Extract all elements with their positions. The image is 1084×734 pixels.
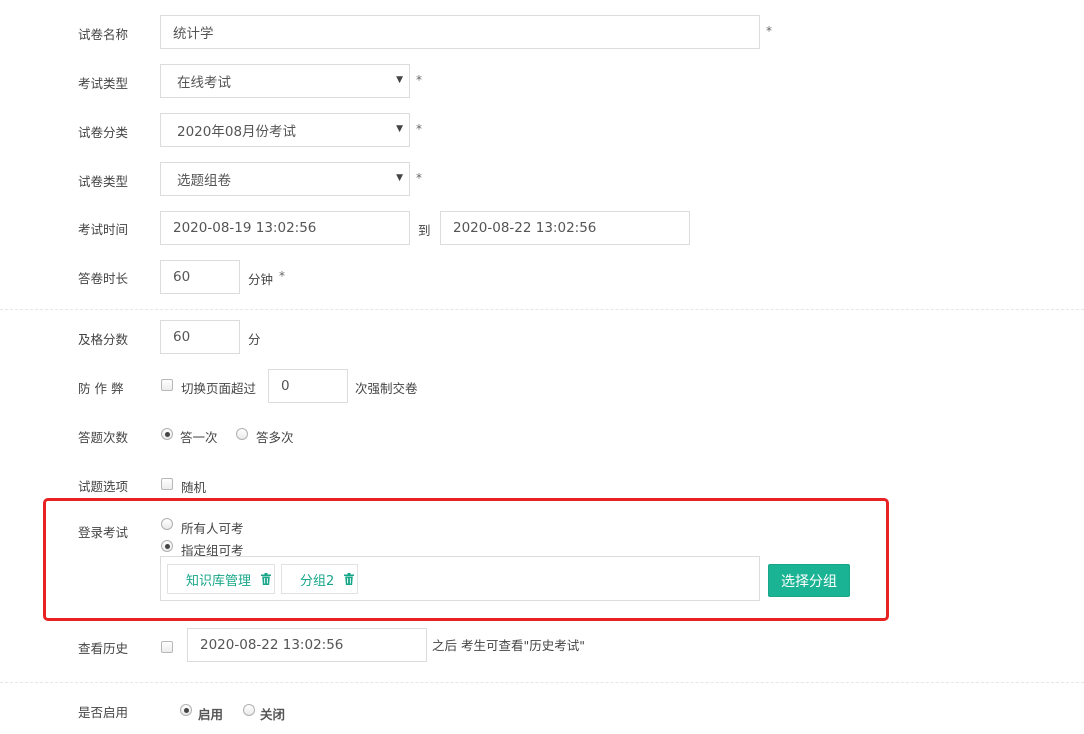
exam-end-time-value: 2020-08-22 13:02:56: [453, 220, 597, 236]
exam-start-time-value: 2020-08-19 13:02:56: [173, 220, 317, 236]
random-checkbox[interactable]: [161, 478, 173, 490]
exam-type-required-mark: *: [416, 73, 422, 87]
view-history-suffix: 之后 考生可查看"历史考试": [432, 638, 585, 653]
paper-category-label: 试卷分类: [78, 125, 129, 140]
pass-score-unit: 分: [248, 332, 261, 347]
anti-cheat-check-label: 切换页面超过: [181, 381, 257, 396]
exam-time-to-text: 到: [418, 223, 431, 238]
exam-time-label: 考试时间: [78, 222, 129, 237]
switch-count-value: 0: [281, 378, 290, 394]
answer-times-label: 答题次数: [78, 430, 129, 445]
pass-score-input[interactable]: 60: [160, 320, 240, 354]
exam-type-label: 考试类型: [78, 76, 129, 91]
exam-end-time-input[interactable]: 2020-08-22 13:02:56: [440, 211, 690, 245]
section-divider: [0, 682, 1084, 683]
paper-category-value: 2020年08月份考试: [177, 124, 297, 140]
exam-start-time-input[interactable]: 2020-08-19 13:02:56: [160, 211, 410, 245]
paper-category-select[interactable]: 2020年08月份考试 ▼: [160, 113, 410, 147]
question-options-label: 试题选项: [78, 479, 129, 494]
paper-name-value: 统计学: [173, 26, 214, 42]
view-history-label: 查看历史: [78, 641, 129, 656]
paper-type-value: 选题组卷: [177, 173, 231, 189]
enabled-label: 是否启用: [78, 705, 129, 720]
chevron-down-icon: ▼: [396, 173, 403, 183]
paper-name-input[interactable]: 统计学: [160, 15, 760, 49]
enable-radio[interactable]: [180, 704, 192, 716]
pass-score-label: 及格分数: [78, 332, 129, 347]
paper-type-label: 试卷类型: [78, 174, 129, 189]
paper-category-required-mark: *: [416, 122, 422, 136]
view-history-time-input[interactable]: 2020-08-22 13:02:56: [187, 628, 427, 662]
chevron-down-icon: ▼: [396, 75, 403, 85]
random-label: 随机: [181, 480, 207, 495]
disable-label: 关闭: [260, 707, 286, 722]
paper-name-label: 试卷名称: [78, 27, 129, 42]
paper-type-required-mark: *: [416, 171, 422, 185]
chevron-down-icon: ▼: [396, 124, 403, 134]
answer-multiple-radio[interactable]: [236, 428, 248, 440]
switch-count-input[interactable]: 0: [268, 369, 348, 403]
duration-label: 答卷时长: [78, 271, 129, 286]
duration-input[interactable]: 60: [160, 260, 240, 294]
section-divider: [0, 309, 1084, 310]
anti-cheat-suffix: 次强制交卷: [355, 381, 418, 396]
highlight-box: [43, 498, 889, 621]
paper-name-required-mark: *: [766, 24, 772, 38]
answer-once-label: 答一次: [180, 430, 218, 445]
answer-multiple-label: 答多次: [256, 430, 294, 445]
anti-cheat-checkbox[interactable]: [161, 379, 173, 391]
duration-value: 60: [173, 269, 191, 285]
anti-cheat-label: 防 作 弊: [78, 381, 124, 396]
duration-unit: 分钟: [248, 272, 274, 287]
answer-once-radio[interactable]: [161, 428, 173, 440]
exam-type-select[interactable]: 在线考试 ▼: [160, 64, 410, 98]
duration-required-mark: *: [279, 269, 285, 283]
disable-radio[interactable]: [243, 704, 255, 716]
pass-score-value: 60: [173, 329, 191, 345]
paper-type-select[interactable]: 选题组卷 ▼: [160, 162, 410, 196]
exam-type-value: 在线考试: [177, 75, 231, 91]
view-history-time-value: 2020-08-22 13:02:56: [200, 637, 344, 653]
enable-label: 启用: [198, 707, 224, 722]
view-history-checkbox[interactable]: [161, 641, 173, 653]
